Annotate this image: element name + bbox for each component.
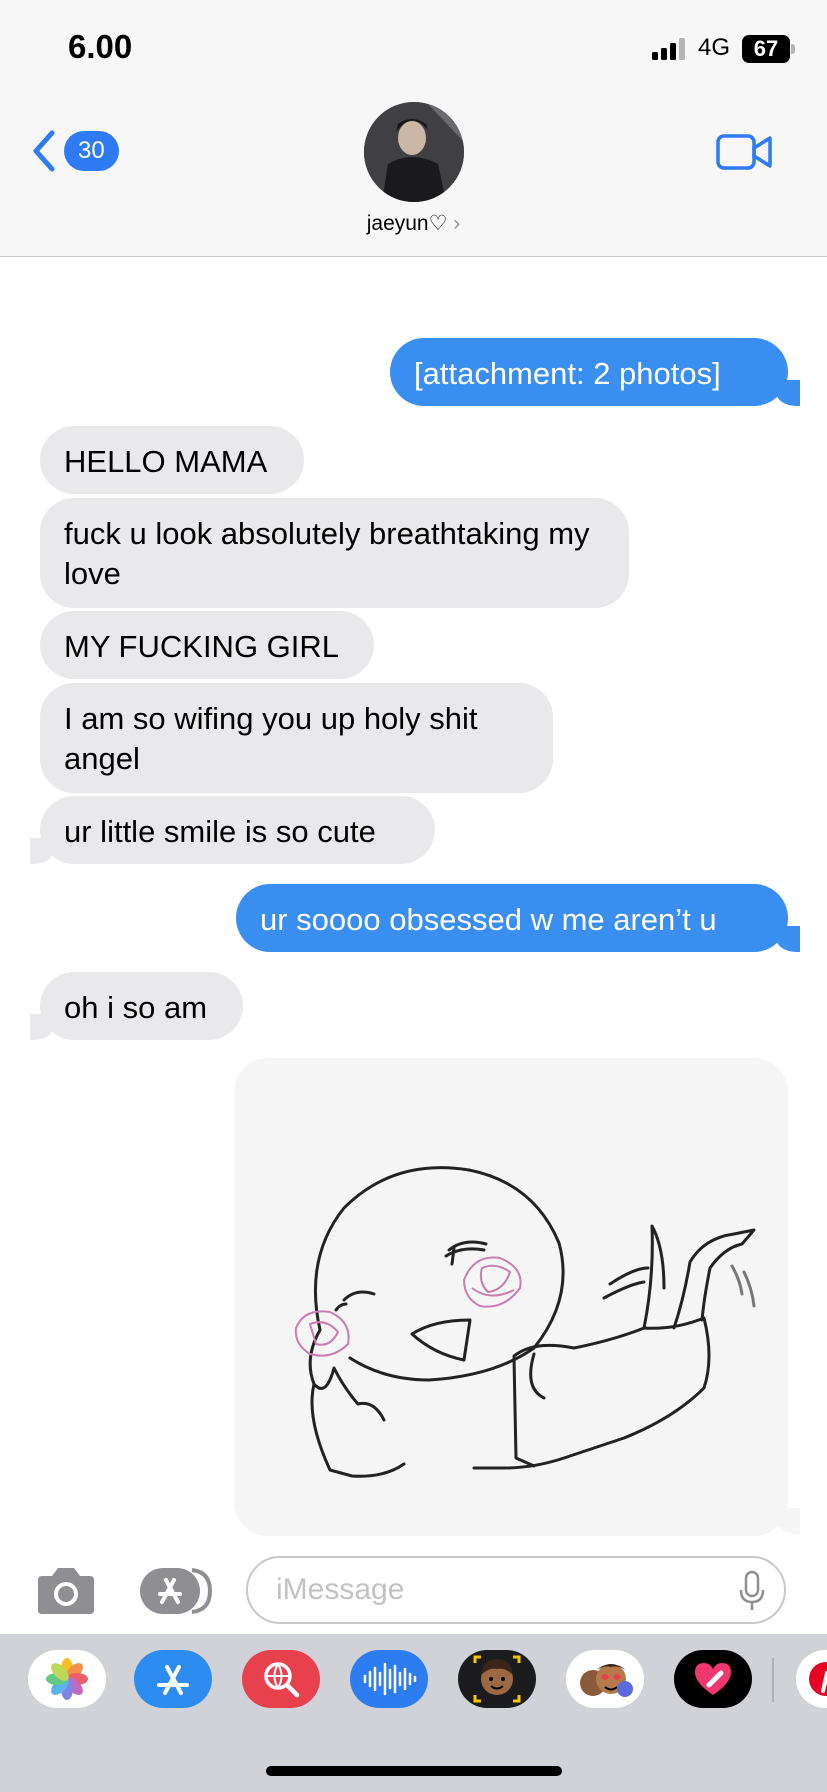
microphone-icon[interactable]: [738, 1570, 766, 1612]
photos-app-icon[interactable]: [28, 1650, 106, 1708]
pinterest-icon: [809, 1662, 827, 1696]
bubble-tail: [776, 380, 800, 406]
message-input-field[interactable]: [246, 1556, 786, 1624]
photos-flower-icon: [46, 1658, 88, 1700]
message-bubble-incoming[interactable]: I am so wifing you up holy shit angel: [40, 683, 553, 793]
message-bubble-incoming[interactable]: ur little smile is so cute: [40, 796, 435, 864]
message-text: HELLO MAMA: [64, 444, 268, 479]
bubble-tail: [776, 926, 800, 952]
message-bubble-outgoing[interactable]: [attachment: 2 photos]: [390, 338, 788, 406]
message-input[interactable]: [274, 1572, 718, 1608]
globe-search-icon: [264, 1662, 300, 1698]
audio-app-icon[interactable]: [350, 1650, 428, 1708]
app-store-icon: [140, 1568, 213, 1614]
animoji-app-icon[interactable]: [566, 1650, 644, 1708]
video-call-icon[interactable]: [716, 132, 772, 172]
app-store-glyph-icon: [157, 1665, 189, 1695]
back-button[interactable]: 30: [30, 128, 119, 174]
image-search-app-icon[interactable]: [242, 1650, 320, 1708]
message-text: I am so wifing you up holy shit angel: [64, 701, 478, 776]
chevron-left-icon: [33, 130, 55, 172]
contact-name: jaeyun♡: [366, 212, 448, 235]
battery-icon: [791, 44, 795, 54]
image-message[interactable]: [234, 1058, 788, 1536]
app-store-app-icon[interactable]: [134, 1650, 212, 1708]
camera-icon[interactable]: [34, 1566, 98, 1616]
contact-name-button[interactable]: jaeyun♡ ›: [300, 211, 527, 236]
message-text: ur soooo obsessed w me aren’t u: [260, 902, 717, 937]
memoji-face-icon: [473, 1655, 521, 1703]
pinterest-app-icon[interactable]: [796, 1650, 827, 1708]
message-bubble-outgoing[interactable]: ur soooo obsessed w me aren’t u: [236, 884, 788, 952]
sketch-image: [294, 1166, 756, 1478]
animoji-faces-icon: [580, 1664, 633, 1697]
message-bubble-incoming[interactable]: HELLO MAMA: [40, 426, 304, 494]
message-text: oh i so am: [64, 990, 208, 1025]
status-time: 6.00: [68, 28, 133, 65]
chevron-right-icon: ›: [453, 212, 461, 235]
memoji-app-icon[interactable]: [458, 1650, 536, 1708]
message-text: fuck u look absolutely breathtaking my l…: [64, 516, 590, 591]
drawer-divider: [772, 1658, 774, 1702]
waveform-icon: [363, 1662, 417, 1696]
heart-icon: [695, 1663, 731, 1695]
avatar-photo: [364, 102, 464, 202]
message-bubble-incoming[interactable]: MY FUCKING GIRL: [40, 611, 374, 679]
battery-level: 67: [742, 35, 790, 63]
home-indicator[interactable]: [266, 1766, 562, 1776]
message-text: [attachment: 2 photos]: [414, 356, 721, 391]
bubble-tail: [30, 1014, 54, 1040]
contact-avatar[interactable]: [364, 102, 464, 202]
bubble-tail: [30, 838, 54, 864]
message-text: MY FUCKING GIRL: [64, 629, 340, 664]
message-text: ur little smile is so cute: [64, 814, 376, 849]
cellular-signal-icon: [652, 38, 685, 60]
digital-touch-app-icon[interactable]: [674, 1650, 752, 1708]
network-type: 4G: [698, 34, 731, 61]
message-bubble-incoming[interactable]: oh i so am: [40, 972, 243, 1040]
bubble-tail: [776, 1508, 800, 1534]
message-bubble-incoming[interactable]: fuck u look absolutely breathtaking my l…: [40, 498, 629, 608]
unread-count-badge: 30: [64, 131, 119, 171]
apps-button[interactable]: [140, 1566, 214, 1616]
